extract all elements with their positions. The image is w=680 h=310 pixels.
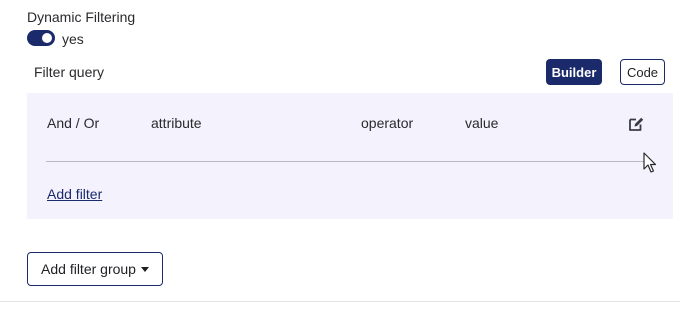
add-filter-link[interactable]: Add filter — [47, 186, 102, 202]
filter-panel — [27, 93, 673, 219]
column-header-value: value — [465, 115, 499, 131]
mouse-pointer-icon — [643, 152, 657, 174]
column-header-attribute: attribute — [151, 115, 202, 131]
bottom-divider — [0, 301, 680, 302]
column-header-and-or: And / Or — [47, 115, 100, 131]
code-button[interactable]: Code — [620, 59, 665, 85]
column-header-operator: operator — [361, 115, 414, 131]
dynamic-filtering-toggle-text: yes — [62, 31, 84, 47]
filter-divider — [46, 161, 652, 162]
caret-down-icon — [140, 267, 149, 272]
dynamic-filtering-toggle[interactable] — [27, 30, 55, 46]
add-filter-group-label: Add filter group — [41, 261, 136, 277]
dynamic-filtering-label: Dynamic Filtering — [27, 9, 136, 25]
filter-query-label: Filter query — [34, 64, 105, 80]
add-filter-group-button[interactable]: Add filter group — [27, 252, 163, 286]
toggle-knob — [42, 33, 52, 43]
edit-icon[interactable] — [627, 115, 645, 133]
builder-button[interactable]: Builder — [546, 59, 602, 85]
